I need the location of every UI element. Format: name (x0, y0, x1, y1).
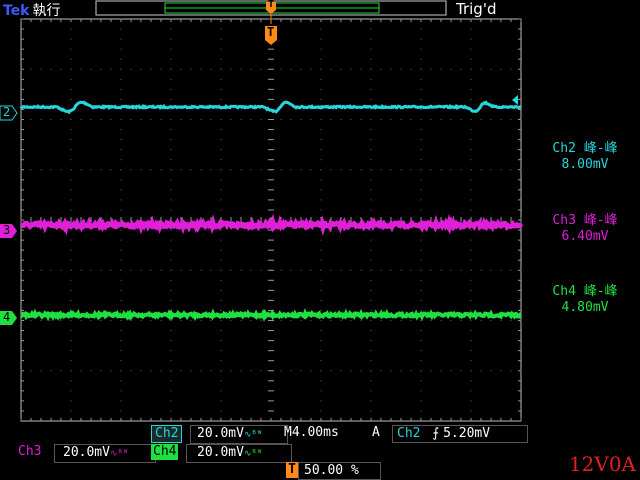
trigger-position-readout[interactable]: 50.00 % (298, 462, 381, 480)
ch4-scale-box[interactable]: 20.0mV∿ᴮᵂ (186, 444, 292, 463)
ch2-meas-title: Ch2 峰-峰 (552, 141, 618, 156)
ch4-scale: 20.0mV (197, 445, 244, 460)
ch2-meas-value: 8.00mV (561, 157, 609, 172)
ch4-label-box[interactable]: Ch4 (151, 444, 179, 460)
ch4-meas-value: 4.80mV (561, 300, 609, 315)
overlay-label: 12V0A (568, 452, 636, 476)
brand-logo: Tek (3, 3, 30, 19)
trigger-status: Trig'd (456, 0, 497, 18)
ch2-scale: 20.0mV (197, 426, 244, 441)
ch3-meas-title: Ch3 峰-峰 (552, 213, 618, 228)
ch2-marker-label: 2 (3, 105, 11, 119)
run-state: 執行 (32, 3, 61, 19)
trigger-level: 5.20mV (443, 426, 491, 441)
ch2-scale-box[interactable]: 20.0mV∿ᴮᵂ (190, 425, 288, 444)
ch4-measurement[interactable]: Ch4 峰-峰 4.80mV (536, 284, 634, 316)
ch4-marker-label: 4 (3, 310, 11, 324)
trigger-mode[interactable]: A (372, 425, 380, 441)
ch3-marker-label: 3 (3, 223, 11, 237)
ch2-bw-icon: ∿ᴮᵂ (243, 430, 263, 440)
ch2-measurement[interactable]: Ch2 峰-峰 8.00mV (536, 141, 634, 173)
top-trigger-letter: T (268, 0, 275, 10)
ch4-bw-icon: ∿ᴮᵂ (243, 449, 263, 459)
trigger-position-letter: T (267, 25, 275, 39)
ch3-meas-value: 6.40mV (561, 229, 609, 244)
trigger-source: Ch2 (397, 426, 421, 441)
ch4-meas-title: Ch4 峰-峰 (552, 284, 618, 299)
trigger-readout[interactable]: Ch2 ⨍ 5.20mV (392, 425, 528, 443)
ch3-scale: 20.0mV (63, 445, 110, 460)
ch4-waveform (20, 308, 522, 322)
trigger-position-icon: T (286, 462, 298, 478)
ch3-scale-box[interactable]: 20.0mV∿ᴮᵂ (54, 444, 156, 463)
timebase-value: 4.00ms (291, 425, 339, 440)
ch2-label-box[interactable]: Ch2 (151, 425, 183, 443)
timebase-readout[interactable]: M4.00ms (284, 425, 339, 441)
ch3-bw-icon: ∿ᴮᵂ (109, 449, 129, 459)
header-brand: Tek 執行 (3, 0, 61, 20)
ch3-waveform (20, 213, 524, 237)
trigger-level-marker (512, 95, 518, 105)
ch3-measurement[interactable]: Ch3 峰-峰 6.40mV (536, 213, 634, 245)
rising-edge-icon: ⨍ (432, 426, 440, 441)
ch2-waveform (19, 100, 522, 115)
ch3-label[interactable]: Ch3 (18, 444, 41, 460)
timebase-label: M (284, 425, 292, 440)
